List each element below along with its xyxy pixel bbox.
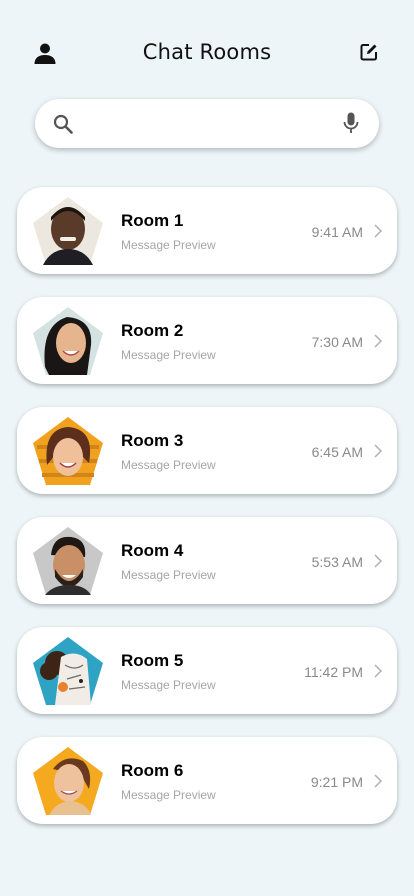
room-name: Room 2 bbox=[121, 321, 184, 340]
chevron-right-icon bbox=[374, 224, 383, 238]
search-input[interactable] bbox=[85, 107, 329, 141]
room-name: Room 4 bbox=[121, 541, 184, 560]
room-card-4[interactable]: Room 4 Message Preview 5:53 AM bbox=[17, 517, 397, 604]
room-avatar bbox=[31, 305, 105, 377]
room-card-6[interactable]: Room 6 Message Preview 9:21 PM bbox=[17, 737, 397, 824]
room-avatar bbox=[31, 415, 105, 487]
search-icon[interactable] bbox=[53, 114, 73, 134]
room-name: Room 6 bbox=[121, 761, 184, 780]
room-card-3[interactable]: Room 3 Message Preview 6:45 AM bbox=[17, 407, 397, 494]
room-card-5[interactable]: Room 5 Message Preview 11:42 PM bbox=[17, 627, 397, 714]
page-title: Chat Rooms bbox=[142, 40, 272, 64]
compose-icon[interactable] bbox=[360, 43, 378, 61]
room-timestamp: 5:53 AM bbox=[311, 554, 363, 570]
room-avatar bbox=[31, 745, 105, 817]
chevron-right-icon bbox=[374, 444, 383, 458]
chevron-right-icon bbox=[374, 774, 383, 788]
room-message-preview: Message Preview bbox=[121, 788, 216, 802]
header-bar: Chat Rooms bbox=[0, 30, 414, 76]
room-name: Room 3 bbox=[121, 431, 184, 450]
room-timestamp: 9:41 AM bbox=[311, 224, 363, 240]
room-name: Room 5 bbox=[121, 651, 184, 670]
room-message-preview: Message Preview bbox=[121, 458, 216, 472]
room-name: Room 1 bbox=[121, 211, 184, 230]
chevron-right-icon bbox=[374, 664, 383, 678]
chevron-right-icon bbox=[374, 554, 383, 568]
room-message-preview: Message Preview bbox=[121, 568, 216, 582]
room-card-1[interactable]: Room 1 Message Preview 9:41 AM bbox=[17, 187, 397, 274]
room-card-2[interactable]: Room 2 Message Preview 7:30 AM bbox=[17, 297, 397, 384]
room-avatar bbox=[31, 525, 105, 597]
search-bar bbox=[35, 99, 379, 148]
room-timestamp: 6:45 AM bbox=[311, 444, 363, 460]
room-message-preview: Message Preview bbox=[121, 348, 216, 362]
chevron-right-icon bbox=[374, 334, 383, 348]
mic-icon[interactable] bbox=[343, 112, 359, 134]
room-timestamp: 11:42 PM bbox=[304, 664, 363, 680]
room-avatar bbox=[31, 195, 105, 267]
room-avatar bbox=[31, 635, 105, 707]
room-timestamp: 9:21 PM bbox=[310, 774, 363, 790]
room-message-preview: Message Preview bbox=[121, 238, 216, 252]
room-timestamp: 7:30 AM bbox=[311, 334, 363, 350]
room-message-preview: Message Preview bbox=[121, 678, 216, 692]
